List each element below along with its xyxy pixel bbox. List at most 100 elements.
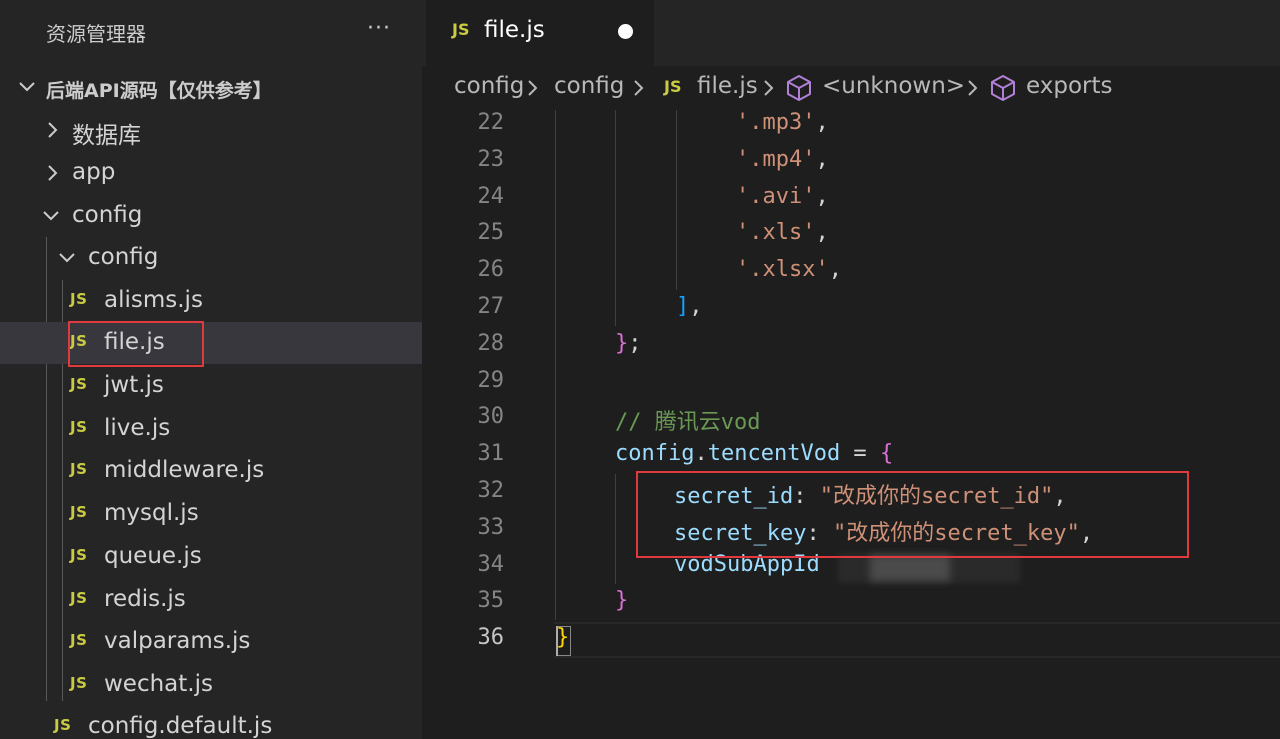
tree-file-redis[interactable]: JS redis.js <box>0 579 422 621</box>
tree-file-config-default[interactable]: JS config.default.js <box>0 706 422 739</box>
breadcrumb-item[interactable]: file.js <box>697 73 758 99</box>
line-number: 35 <box>477 588 505 614</box>
code-token: } <box>615 330 629 356</box>
code-token: '.mp3' <box>736 110 816 135</box>
tree-item-label: app <box>72 159 116 185</box>
breadcrumb-item[interactable]: exports <box>1026 73 1113 99</box>
code-token: tencentVod <box>707 441 841 467</box>
tree-folder-config[interactable]: config <box>0 195 422 237</box>
tree-item-label: jwt.js <box>104 372 164 398</box>
annotation-highlight-box <box>68 321 204 367</box>
tree-folder-app[interactable]: app <box>0 152 422 194</box>
tree-file-live[interactable]: JS live.js <box>0 408 422 450</box>
breadcrumb: config config JS file.js <unknown> expor… <box>422 66 1280 110</box>
tree-file-file[interactable]: JS file.js <box>0 322 422 364</box>
chevron-down-icon <box>40 195 60 237</box>
tree-folder-config-inner[interactable]: config <box>0 237 422 279</box>
chevron-down-icon <box>56 237 76 279</box>
tree-item-label: config <box>88 244 159 270</box>
line-number: 31 <box>477 441 505 467</box>
tree-file-queue[interactable]: JS queue.js <box>0 536 422 578</box>
code-token: , <box>815 110 829 135</box>
js-file-icon: JS <box>70 546 88 564</box>
chevron-down-icon <box>16 66 36 108</box>
bracket-match-box <box>556 626 571 656</box>
breadcrumb-item[interactable]: config <box>554 73 624 99</box>
tree-item-label: 数据库 <box>72 123 141 149</box>
symbol-module-icon <box>786 74 812 106</box>
code-line[interactable]: '.avi', <box>736 184 829 209</box>
code-token: } <box>615 588 629 614</box>
js-file-icon: JS <box>70 589 88 607</box>
more-actions-icon[interactable]: ··· <box>362 12 396 46</box>
code-token: ] <box>676 294 690 319</box>
tree-file-alisms[interactable]: JS alisms.js <box>0 280 422 322</box>
code-token: '.mp4' <box>736 146 816 172</box>
breadcrumb-item[interactable]: <unknown> <box>822 73 965 99</box>
line-number: 32 <box>477 478 505 503</box>
code-line[interactable]: } <box>615 588 628 613</box>
breadcrumb-item[interactable]: config <box>454 73 524 99</box>
tree-file-jwt[interactable]: JS jwt.js <box>0 365 422 407</box>
js-file-icon: JS <box>70 674 88 692</box>
code-token: '.xlsx' <box>736 257 829 283</box>
tree-item-label: middleware.js <box>104 457 265 483</box>
code-token: ; <box>628 330 642 356</box>
code-line[interactable]: '.mp4', <box>736 147 829 172</box>
tree-item-label: wechat.js <box>104 671 213 697</box>
code-line[interactable]: '.xls', <box>736 220 829 245</box>
tree-file-middleware[interactable]: JS middleware.js <box>0 450 422 492</box>
code-token: '.xls' <box>736 220 816 246</box>
tree-root-folder[interactable]: 后端API源码【仅供参考】 <box>0 66 422 108</box>
line-number: 24 <box>477 183 505 209</box>
unsaved-dot-icon[interactable] <box>618 24 633 39</box>
indent-guide <box>555 110 556 620</box>
tree-item-label: config.default.js <box>88 713 273 739</box>
line-number: 26 <box>477 257 505 283</box>
line-number: 23 <box>477 146 505 172</box>
chevron-right-icon <box>42 109 62 151</box>
js-file-icon: JS <box>452 20 470 39</box>
js-file-icon: JS <box>70 418 88 436</box>
code-token: , <box>689 294 703 319</box>
code-token: '.avi' <box>736 183 816 209</box>
tree-file-wechat[interactable]: JS wechat.js <box>0 664 422 706</box>
explorer-title: 资源管理器 <box>46 22 146 46</box>
js-file-icon: JS <box>70 375 88 393</box>
text-cursor <box>556 626 558 656</box>
chevron-right-icon <box>966 78 980 102</box>
tree-file-valparams[interactable]: JS valparams.js <box>0 621 422 663</box>
tree-item-label: live.js <box>104 415 171 441</box>
annotation-highlight-box <box>636 471 1189 558</box>
code-line[interactable]: config.tencentVod = { <box>615 441 893 466</box>
tree-folder-database[interactable]: 数据库 <box>0 109 422 151</box>
code-line[interactable]: // 腾讯云vod <box>615 404 760 436</box>
tree-item-label: valparams.js <box>104 628 251 654</box>
line-number: 30 <box>477 404 505 430</box>
js-file-icon: JS <box>70 631 88 649</box>
code-line[interactable]: '.mp3', <box>736 110 829 135</box>
code-token: // 腾讯云vod <box>615 410 761 436</box>
indent-guide <box>615 474 616 584</box>
line-number: 22 <box>477 110 505 135</box>
js-file-icon: JS <box>54 716 72 734</box>
redacted-blur <box>870 555 950 581</box>
code-line[interactable]: '.xlsx', <box>736 257 842 282</box>
js-file-icon: JS <box>664 77 682 96</box>
explorer-header: 资源管理器 ··· <box>0 0 422 64</box>
code-token: , <box>815 146 829 172</box>
code-token: { <box>879 441 894 467</box>
line-number: 25 <box>477 220 505 246</box>
tree-item-label: mysql.js <box>104 500 199 526</box>
indent-guide <box>615 110 616 326</box>
tree-item-label: alisms.js <box>104 287 203 313</box>
line-number: 33 <box>477 514 505 540</box>
code-token: , <box>815 220 829 246</box>
code-line[interactable]: }; <box>615 331 642 356</box>
explorer-sidebar: 资源管理器 ··· 后端API源码【仅供参考】 数据库 app config c… <box>0 0 422 739</box>
tree-file-mysql[interactable]: JS mysql.js <box>0 493 422 535</box>
code-token: , <box>828 257 842 283</box>
js-file-icon: JS <box>70 460 88 478</box>
code-token: . <box>694 441 708 467</box>
code-line[interactable]: ], <box>676 294 703 319</box>
